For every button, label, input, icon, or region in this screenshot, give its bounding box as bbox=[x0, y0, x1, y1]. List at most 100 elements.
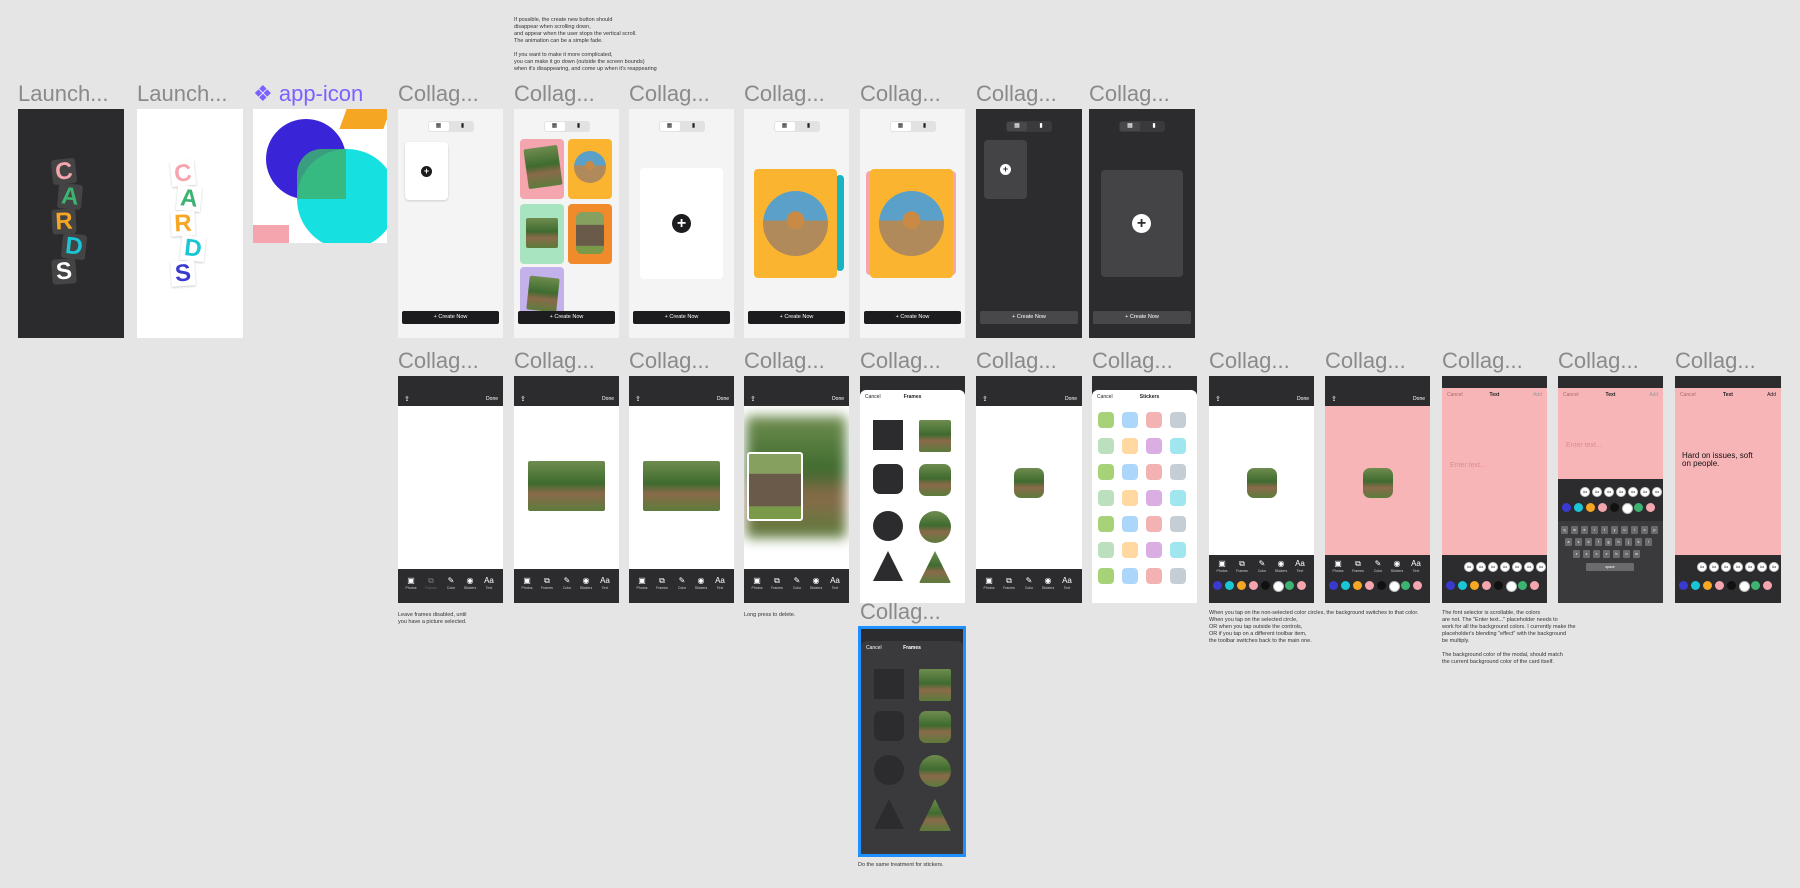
share-icon[interactable]: ⇪ bbox=[982, 395, 988, 403]
photos-tool[interactable]: ▣ Photos bbox=[980, 576, 998, 591]
color-swatch[interactable] bbox=[1470, 581, 1479, 590]
font-option[interactable]: Aa bbox=[1733, 562, 1743, 572]
view-toggle[interactable]: ▦ ▮ bbox=[773, 121, 820, 132]
photo-layer[interactable] bbox=[1363, 468, 1393, 498]
text-tool[interactable]: Aa Text bbox=[596, 576, 614, 591]
photo-layer[interactable] bbox=[528, 461, 605, 511]
font-option[interactable]: Aa bbox=[1745, 562, 1755, 572]
share-icon[interactable]: ⇪ bbox=[635, 395, 641, 403]
grid-icon[interactable]: ▦ bbox=[890, 122, 911, 131]
color-swatch[interactable] bbox=[1353, 581, 1362, 590]
font-option[interactable]: Aa bbox=[1524, 562, 1534, 572]
color-swatch[interactable] bbox=[1401, 581, 1410, 590]
font-option[interactable]: Aa bbox=[1476, 562, 1486, 572]
sticker-item[interactable] bbox=[1146, 438, 1162, 454]
keyboard-key[interactable]: g bbox=[1605, 538, 1612, 546]
sticker-item[interactable] bbox=[1170, 490, 1186, 506]
color-swatch[interactable] bbox=[1751, 581, 1760, 590]
keyboard-key[interactable]: w bbox=[1571, 526, 1578, 534]
sticker-item[interactable] bbox=[1122, 490, 1138, 506]
sticker-item[interactable] bbox=[1170, 438, 1186, 454]
color-swatch[interactable] bbox=[1727, 581, 1736, 590]
frames-tool[interactable]: ⧉ Frames bbox=[1233, 559, 1251, 574]
keyboard-key[interactable]: n bbox=[1623, 550, 1630, 558]
sticker-item[interactable] bbox=[1098, 490, 1114, 506]
sticker-item[interactable] bbox=[1098, 438, 1114, 454]
stack-icon[interactable]: ▮ bbox=[799, 122, 819, 131]
sticker-item[interactable] bbox=[1146, 516, 1162, 532]
add-button[interactable]: Add bbox=[1533, 388, 1542, 402]
sticker-item[interactable] bbox=[1170, 516, 1186, 532]
keyboard-key[interactable]: h bbox=[1615, 538, 1622, 546]
color-swatch[interactable] bbox=[1237, 581, 1246, 590]
done-button[interactable]: Done bbox=[602, 396, 614, 402]
color-swatch[interactable] bbox=[1285, 581, 1294, 590]
text-input[interactable]: Hard on issues, soft on people. bbox=[1682, 452, 1762, 468]
font-option[interactable]: Aa bbox=[1757, 562, 1767, 572]
photo-layer[interactable] bbox=[1247, 468, 1277, 498]
card-thumbnail[interactable] bbox=[520, 204, 564, 264]
view-toggle[interactable]: ▦ ▮ bbox=[658, 121, 705, 132]
keyboard-key[interactable]: x bbox=[1583, 550, 1590, 558]
color-tool[interactable]: ✎ Color bbox=[788, 576, 806, 591]
sticker-item[interactable] bbox=[1122, 438, 1138, 454]
keyboard-key[interactable]: f bbox=[1595, 538, 1602, 546]
keyboard-key[interactable]: p bbox=[1651, 526, 1658, 534]
text-tool[interactable]: Aa Text bbox=[826, 576, 844, 591]
text-tool[interactable]: Aa Text bbox=[480, 576, 498, 591]
color-tool[interactable]: ✎ Color bbox=[1253, 559, 1271, 574]
color-swatch[interactable] bbox=[1341, 581, 1350, 590]
color-swatch[interactable] bbox=[1482, 581, 1491, 590]
circle-frame[interactable] bbox=[873, 511, 903, 541]
done-button[interactable]: Done bbox=[832, 396, 844, 402]
plus-icon[interactable]: + bbox=[1000, 164, 1011, 175]
sticker-item[interactable] bbox=[1098, 568, 1114, 584]
color-swatch[interactable] bbox=[1213, 581, 1222, 590]
keyboard-key[interactable]: o bbox=[1641, 526, 1648, 534]
create-now-button[interactable]: + Create Now bbox=[633, 311, 730, 324]
color-swatch[interactable] bbox=[1646, 503, 1655, 512]
frames-tool[interactable]: ⧉ Frames bbox=[422, 576, 440, 591]
sticker-item[interactable] bbox=[1146, 490, 1162, 506]
card-preview[interactable] bbox=[870, 169, 953, 278]
rounded-frame[interactable] bbox=[873, 464, 903, 494]
photos-tool[interactable]: ▣ Photos bbox=[748, 576, 766, 591]
color-swatch[interactable] bbox=[1458, 581, 1467, 590]
photo-layer[interactable] bbox=[643, 461, 720, 511]
sticker-item[interactable] bbox=[1122, 516, 1138, 532]
color-swatch[interactable] bbox=[1389, 581, 1400, 592]
triangle-frame-preview[interactable] bbox=[919, 551, 951, 583]
done-button[interactable]: Done bbox=[1065, 396, 1077, 402]
text-tool[interactable]: Aa Text bbox=[1407, 559, 1425, 574]
square-frame-preview[interactable] bbox=[919, 420, 951, 452]
sticker-item[interactable] bbox=[1098, 412, 1114, 428]
stickers-tool[interactable]: ◉ Stickers bbox=[807, 576, 825, 591]
font-option[interactable]: Aa bbox=[1500, 562, 1510, 572]
color-swatch[interactable] bbox=[1763, 581, 1772, 590]
photos-tool[interactable]: ▣ Photos bbox=[518, 576, 536, 591]
plus-icon[interactable]: + bbox=[672, 214, 691, 233]
share-icon[interactable]: ⇪ bbox=[520, 395, 526, 403]
font-option[interactable]: Aa bbox=[1488, 562, 1498, 572]
keyboard-key[interactable]: m bbox=[1633, 550, 1640, 558]
card-thumbnail[interactable] bbox=[520, 267, 564, 317]
font-option[interactable]: Aa bbox=[1592, 487, 1602, 497]
color-swatch[interactable] bbox=[1562, 503, 1571, 512]
done-button[interactable]: Done bbox=[1413, 396, 1425, 402]
sticker-item[interactable] bbox=[1146, 412, 1162, 428]
frames-tool[interactable]: ⧉ Frames bbox=[1349, 559, 1367, 574]
frames-tool[interactable]: ⧉ Frames bbox=[768, 576, 786, 591]
share-icon[interactable]: ⇪ bbox=[1215, 395, 1221, 403]
font-option[interactable]: Aa bbox=[1709, 562, 1719, 572]
frames-tool[interactable]: ⧉ Frames bbox=[653, 576, 671, 591]
stack-icon[interactable]: ▮ bbox=[569, 122, 589, 131]
stack-icon[interactable]: ▮ bbox=[915, 122, 935, 131]
keyboard-key[interactable]: i bbox=[1631, 526, 1638, 534]
keyboard-key[interactable]: u bbox=[1621, 526, 1628, 534]
font-option[interactable]: Aa bbox=[1628, 487, 1638, 497]
grid-icon[interactable]: ▦ bbox=[428, 122, 449, 131]
photos-tool[interactable]: ▣ Photos bbox=[1213, 559, 1231, 574]
text-tool[interactable]: Aa Text bbox=[711, 576, 729, 591]
font-option[interactable]: Aa bbox=[1769, 562, 1779, 572]
rounded-frame[interactable] bbox=[874, 711, 904, 741]
